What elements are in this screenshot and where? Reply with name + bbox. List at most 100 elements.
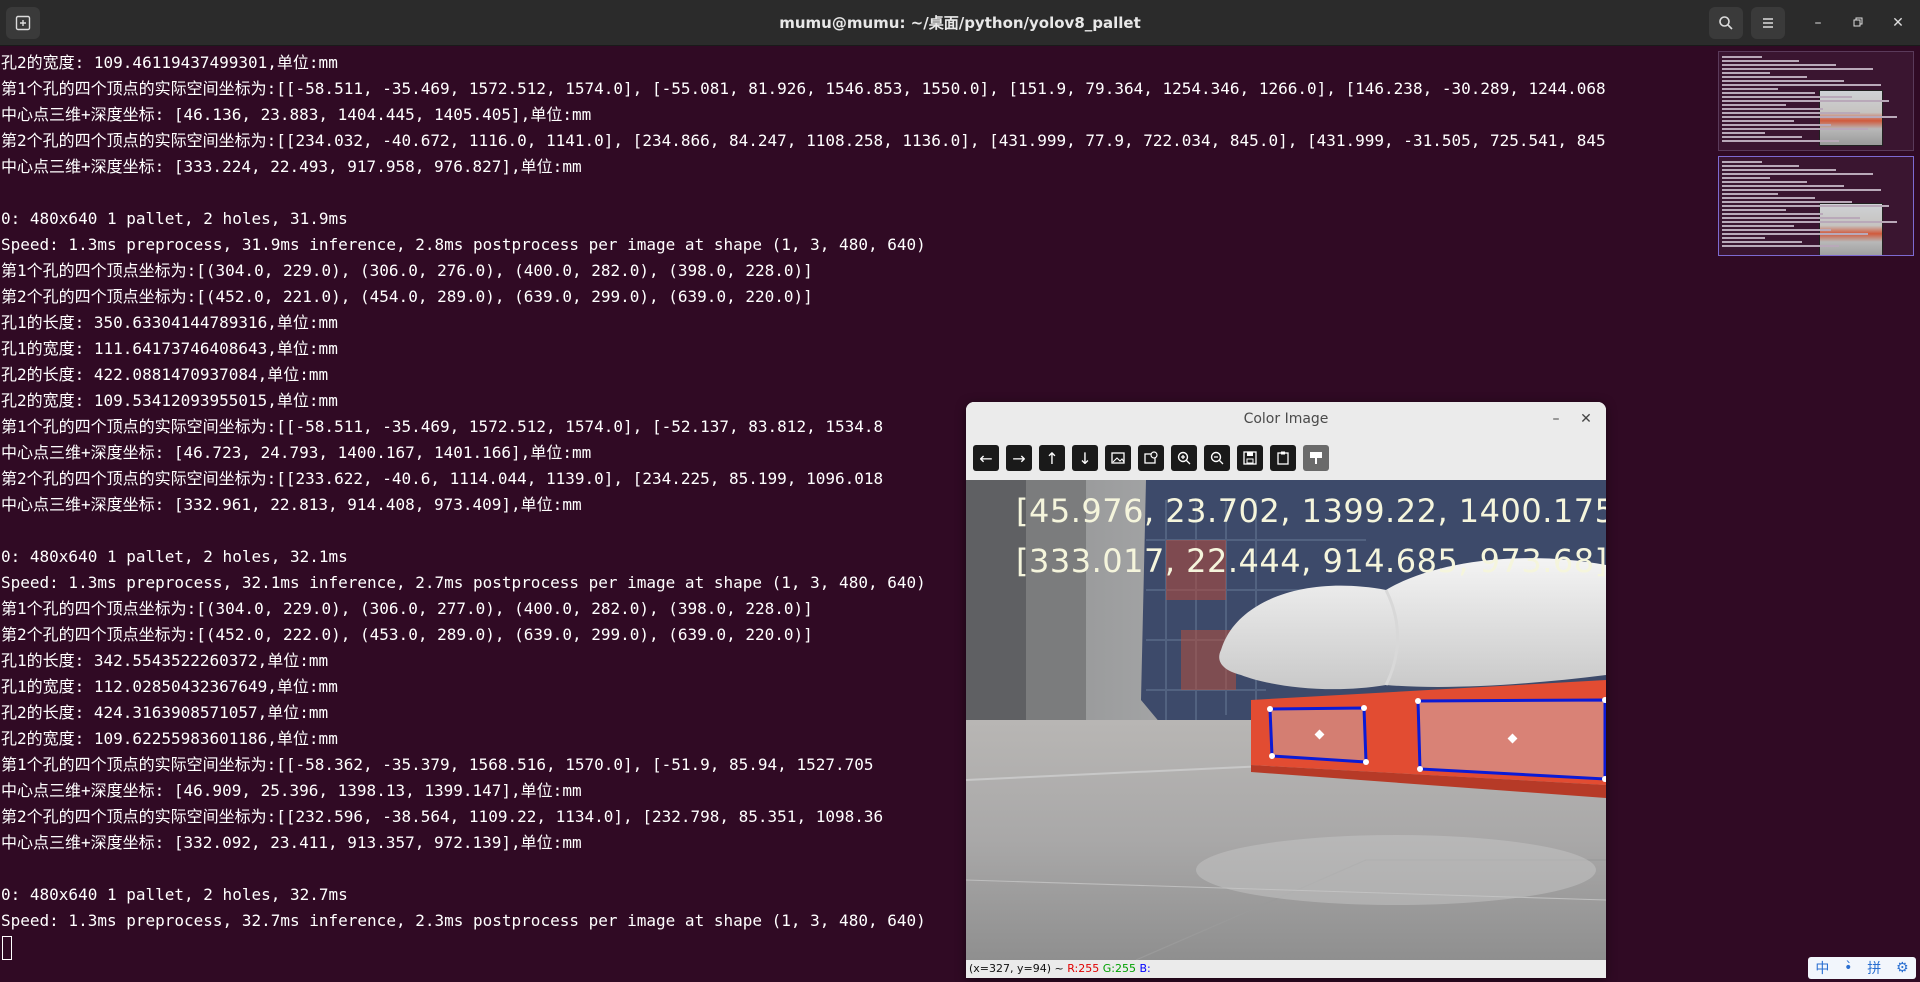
arrow-down-icon[interactable]: ↓ — [1072, 445, 1098, 471]
minimap-text-line — [1722, 80, 1844, 82]
color-window-title: Color Image — [966, 402, 1606, 436]
zoom-fit-icon[interactable] — [1105, 445, 1131, 471]
search-button[interactable] — [1709, 7, 1743, 39]
terminal-line: 中心点三维+深度坐标: [333.224, 22.493, 917.958, 9… — [1, 157, 582, 176]
blue-value: B: — [1139, 962, 1151, 975]
minimap-text-line — [1722, 68, 1873, 70]
minimap-text-line — [1722, 233, 1868, 235]
minimap-text-line — [1722, 213, 1823, 215]
center-coord-overlay-1: [45.976, 23.702, 1399.22, 1400.175 — [1016, 492, 1606, 530]
terminal-line: 中心点三维+深度坐标: [46.136, 23.883, 1404.445, 1… — [1, 105, 592, 124]
ime-pinyin[interactable]: 拼 — [1867, 958, 1881, 978]
zoom-original-icon[interactable] — [1138, 445, 1164, 471]
minimap-text-line — [1722, 165, 1799, 167]
minimap-text-line — [1722, 72, 1770, 74]
search-icon — [1719, 16, 1733, 30]
terminal-line: 孔1的宽度: 111.64173746408643,单位:mm — [1, 339, 338, 358]
terminal-line: 孔2的宽度: 109.46119437499301,单位:mm — [1, 53, 338, 72]
terminal-line: 第1个孔的四个顶点的实际空间坐标为:[[-58.511, -35.469, 15… — [1, 79, 1606, 98]
restore-icon — [1853, 17, 1863, 27]
minimap-text-line — [1722, 100, 1889, 102]
minimap-text-line — [1722, 132, 1765, 134]
minimap-text-line — [1722, 177, 1770, 179]
minimap-text-line — [1722, 181, 1807, 183]
arrow-left-icon[interactable]: ← — [973, 445, 999, 471]
minimap-text-line — [1722, 92, 1815, 94]
color-window-minimize-button[interactable]: – — [1546, 409, 1566, 429]
ime-settings-icon[interactable]: ⚙ — [1896, 960, 1909, 976]
minimap-text-line — [1722, 124, 1831, 126]
minimap-text-line — [1722, 136, 1802, 138]
minimap-thumbnail-1[interactable] — [1718, 51, 1914, 151]
terminal-line: Speed: 1.3ms preprocess, 31.9ms inferenc… — [1, 235, 926, 254]
image-toolbar: ← → ↑ ↓ — [966, 436, 1606, 480]
minimap-text-line — [1722, 189, 1881, 191]
ime-chinese-mode[interactable]: 中 — [1815, 958, 1829, 978]
minimap-text-line — [1722, 88, 1778, 90]
minimap-text-line — [1722, 237, 1765, 239]
terminal-cursor — [2, 935, 12, 960]
arrow-right-icon[interactable]: → — [1006, 445, 1032, 471]
cursor-position: (x=327, y=94) ~ — [969, 962, 1064, 975]
minimap-text-line — [1722, 104, 1786, 106]
pixel-status-bar: (x=327, y=94) ~ R:255 G:255 B: — [966, 960, 1606, 978]
zoom-out-icon[interactable] — [1204, 445, 1230, 471]
zoom-in-icon[interactable] — [1171, 445, 1197, 471]
minimap-text-line — [1722, 96, 1852, 98]
minimap-text-line — [1722, 241, 1802, 243]
copy-icon[interactable] — [1270, 445, 1296, 471]
minimize-button[interactable]: – — [1808, 13, 1828, 33]
hamburger-menu-icon — [1763, 18, 1773, 28]
minimap-text-line — [1722, 108, 1823, 110]
save-icon[interactable] — [1237, 445, 1263, 471]
minimap-text-line — [1722, 169, 1836, 171]
minimap-text-line — [1722, 205, 1889, 207]
close-button[interactable]: ✕ — [1888, 13, 1908, 33]
minimap-text-line — [1722, 161, 1762, 163]
minimap-text-line — [1722, 60, 1799, 62]
minimap-text-line — [1722, 120, 1794, 122]
arrow-up-icon[interactable]: ↑ — [1039, 445, 1065, 471]
window-title: mumu@mumu: ~/桌面/python/yolov8_pallet — [779, 14, 1141, 32]
color-image-window: Color Image – ✕ ← → ↑ ↓ [45.976, 23.702,… — [966, 402, 1606, 978]
minimap-text-line — [1722, 116, 1897, 118]
minimap-text-line — [1722, 229, 1831, 231]
minimap-text-line — [1722, 185, 1844, 187]
minimap-text-line — [1722, 217, 1860, 219]
workspace-minimap — [1716, 46, 1920, 982]
terminal-line: 第2个孔的四个顶点坐标为:[(452.0, 221.0), (454.0, 28… — [1, 287, 813, 306]
minimap-text-line — [1722, 193, 1778, 195]
color-window-close-button[interactable]: ✕ — [1576, 409, 1596, 429]
red-value: R:255 — [1067, 962, 1100, 975]
terminal-line: 第1个孔的四个顶点坐标为:[(304.0, 229.0), (306.0, 27… — [1, 261, 813, 280]
menu-button[interactable] — [1751, 7, 1785, 39]
minimap-text-line — [1722, 64, 1836, 66]
minimap-thumbnail-2[interactable] — [1718, 156, 1914, 256]
minimap-text-line — [1722, 225, 1794, 227]
minimap-text-line — [1722, 84, 1881, 86]
image-viewport[interactable]: [45.976, 23.702, 1399.22, 1400.175 [333.… — [966, 480, 1606, 960]
minimap-text-line — [1722, 76, 1807, 78]
minimap-text-line — [1722, 201, 1852, 203]
terminal-line: 孔2的长度: 422.0881470937084,单位:mm — [1, 365, 329, 384]
center-coord-overlay-2: [333.017, 22.444, 914.685, 973.68] — [1016, 542, 1606, 580]
minimap-text-line — [1722, 56, 1762, 58]
ime-punctuation[interactable]: •̀ — [1844, 960, 1852, 976]
minimap-text-line — [1722, 140, 1839, 142]
minimap-text-line — [1722, 173, 1873, 175]
properties-icon[interactable] — [1303, 445, 1329, 471]
terminal-line: 0: 480x640 1 pallet, 2 holes, 31.9ms — [1, 209, 348, 228]
minimap-text-line — [1722, 221, 1897, 223]
terminal-titlebar: mumu@mumu: ~/桌面/python/yolov8_pallet – ✕ — [0, 0, 1920, 46]
restore-button[interactable] — [1848, 13, 1868, 33]
minimap-text-line — [1722, 245, 1839, 247]
minimap-text-line — [1722, 128, 1868, 130]
minimap-image-preview — [1819, 90, 1883, 146]
minimap-text-line — [1722, 197, 1815, 199]
input-method-tray[interactable]: 中 •̀ 拼 ⚙ — [1808, 957, 1916, 979]
terminal-line: 第2个孔的四个顶点的实际空间坐标为:[[234.032, -40.672, 11… — [1, 131, 1606, 150]
green-value: G:255 — [1102, 962, 1136, 975]
minimap-text-line — [1722, 209, 1786, 211]
terminal-line: 孔1的长度: 350.63304144789316,单位:mm — [1, 313, 338, 332]
